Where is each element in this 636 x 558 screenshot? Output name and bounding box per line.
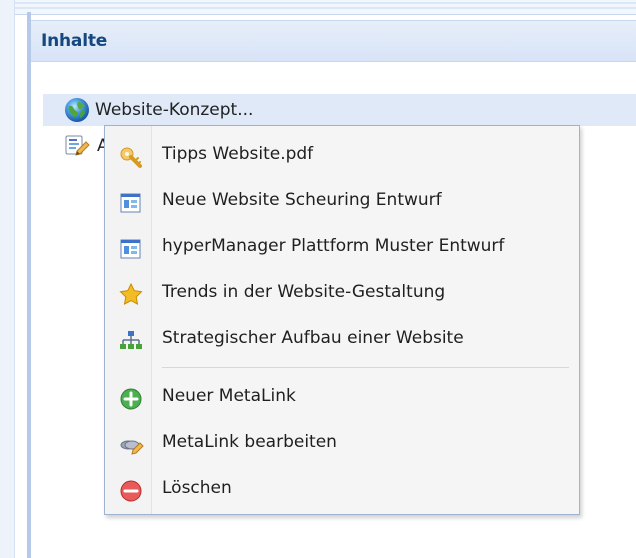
app-frame: Inhalte Website-Konzept... A Tipps Websi… xyxy=(0,0,636,558)
edit-icon xyxy=(117,431,145,459)
globe-icon xyxy=(63,96,91,124)
layout-icon xyxy=(117,189,145,217)
add-icon xyxy=(117,385,145,413)
menu-item-neuer-metalink[interactable]: Neuer MetaLink xyxy=(105,376,579,422)
left-accent xyxy=(27,12,31,558)
panel-header: Inhalte xyxy=(31,20,636,62)
menu-separator xyxy=(162,367,569,368)
panel-title: Inhalte xyxy=(41,31,108,51)
tree-item-website-konzept[interactable]: Website-Konzept... xyxy=(63,95,253,125)
menu-item-trends-gestaltung[interactable]: Trends in der Website-Gestaltung xyxy=(105,272,579,318)
key-icon xyxy=(117,143,145,171)
menu-item-label: MetaLink bearbeiten xyxy=(162,432,337,452)
menu-item-label: hyperManager Plattform Muster Entwurf xyxy=(162,236,505,256)
menu-item-metalink-bearbeiten[interactable]: MetaLink bearbeiten xyxy=(105,422,579,468)
menu-item-tipps-website[interactable]: Tipps Website.pdf xyxy=(105,134,579,180)
top-strip-line xyxy=(0,7,636,9)
tree-item-label: Website-Konzept... xyxy=(95,99,254,120)
menu-item-label: Tipps Website.pdf xyxy=(162,144,314,164)
sitemap-icon xyxy=(117,327,145,355)
delete-icon xyxy=(117,477,145,505)
menu-item-label: Trends in der Website-Gestaltung xyxy=(162,282,446,302)
top-strip-line xyxy=(0,2,636,4)
menu-item-hypermanager-plattform[interactable]: hyperManager Plattform Muster Entwurf xyxy=(105,226,579,272)
layout-icon xyxy=(117,235,145,263)
document-edit-icon xyxy=(63,131,93,161)
tree-item-secondary[interactable]: A xyxy=(63,131,109,161)
menu-item-loeschen[interactable]: Löschen xyxy=(105,468,579,514)
menu-item-label: Neue Website Scheuring Entwurf xyxy=(162,190,442,210)
top-strip xyxy=(0,0,636,15)
star-icon xyxy=(117,281,145,309)
left-rail xyxy=(0,0,15,558)
menu-item-neue-website-scheuring[interactable]: Neue Website Scheuring Entwurf xyxy=(105,180,579,226)
context-menu: Tipps Website.pdf Neue Website Scheuring… xyxy=(104,125,580,515)
menu-item-label: Löschen xyxy=(162,478,232,498)
menu-item-strategischer-aufbau[interactable]: Strategischer Aufbau einer Website xyxy=(105,318,579,364)
menu-item-label: Neuer MetaLink xyxy=(162,386,296,406)
menu-item-label: Strategischer Aufbau einer Website xyxy=(162,328,464,348)
